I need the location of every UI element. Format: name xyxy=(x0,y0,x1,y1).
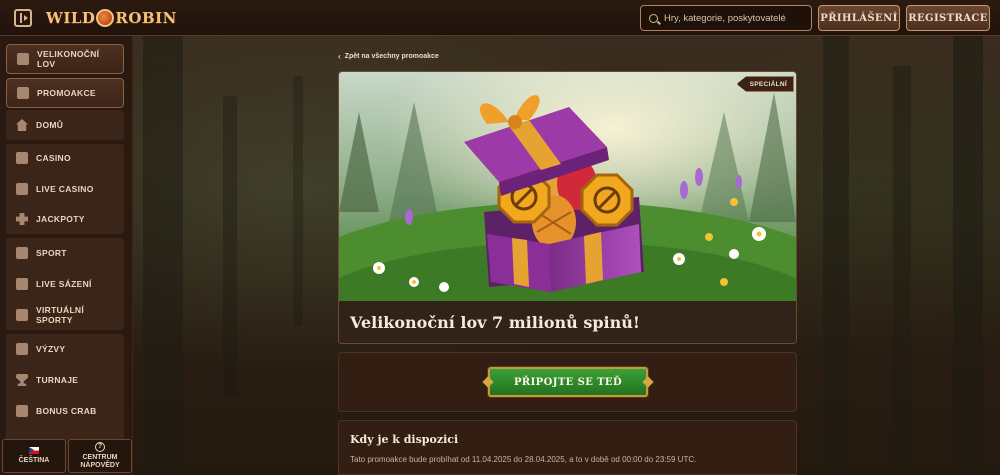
back-link-label: Zpět na všechny promoakce xyxy=(344,53,439,60)
gift-icon xyxy=(17,87,29,99)
back-to-promotions-link[interactable]: ‹ Zpět na všechny promoakce xyxy=(338,52,439,61)
join-now-button[interactable]: PŘIPOJTE SE TEĎ xyxy=(488,367,648,397)
availability-text: Tato promoakce bude probíhat od 11.04.20… xyxy=(350,455,697,464)
sidebar-item-label: LIVE SÁZENÍ xyxy=(36,279,92,289)
language-label: ČEŠTINA xyxy=(18,457,50,464)
home-icon xyxy=(16,119,28,131)
special-badge: SPECIÁLNÍ xyxy=(736,76,794,92)
sidebar-item-label: VELIKONOČNÍ LOV xyxy=(37,49,100,69)
sidebar-item-virtual-sports[interactable]: VIRTUÁLNÍ SPORTY xyxy=(6,300,124,330)
crab-icon xyxy=(16,405,28,417)
sidebar-item-live-casino[interactable]: LIVE CASINO xyxy=(6,174,124,204)
sidebar-item-label: DOMŮ xyxy=(36,120,64,130)
sidebar-item-label: BONUS CRAB xyxy=(36,406,97,416)
target-icon xyxy=(16,343,28,355)
sidebar-item-challenges[interactable]: VÝZVY xyxy=(6,334,124,364)
casino-icon xyxy=(16,152,28,164)
live-casino-icon xyxy=(16,183,28,195)
sidebar-item-label: SPORT xyxy=(36,248,67,258)
help-center-label: CENTRUM NÁPOVĚDY xyxy=(80,454,120,469)
sidebar-item-easter-hunt[interactable]: VELIKONOČNÍ LOV xyxy=(6,44,124,74)
sidebar-item-label: PROMOAKCE xyxy=(37,88,96,98)
egg-icon xyxy=(17,53,29,65)
sidebar-item-bonus-crab[interactable]: BONUS CRAB xyxy=(6,396,124,426)
sidebar-item-label: VIRTUÁLNÍ SPORTY xyxy=(36,305,85,325)
trophy-icon xyxy=(16,374,28,386)
logo-badge-icon xyxy=(96,9,115,27)
sidebar-item-jackpots[interactable]: JACKPOTY xyxy=(6,204,124,234)
easter-gift-box-image xyxy=(339,72,796,301)
jackpot-icon xyxy=(16,213,28,225)
sidebar-item-sport[interactable]: SPORT xyxy=(6,238,124,268)
sidebar-item-label: TURNAJE xyxy=(36,375,79,385)
sport-icon xyxy=(16,247,28,259)
sidebar-toggle-icon[interactable] xyxy=(14,9,32,27)
logo-text-left: WILD xyxy=(46,9,96,27)
virtual-sports-icon xyxy=(16,309,28,321)
sidebar-item-live-betting[interactable]: LIVE SÁZENÍ xyxy=(6,269,124,299)
search-input[interactable] xyxy=(664,12,811,24)
help-icon: ? xyxy=(95,442,105,452)
logo[interactable]: WILD ROBIN xyxy=(46,8,177,28)
promo-card: SPECIÁLNÍ Velikonoční lov 7 milionů spin… xyxy=(338,71,797,344)
sidebar-footer: ČEŠTINA ? CENTRUM NÁPOVĚDY xyxy=(0,439,133,475)
sidebar-item-tournaments[interactable]: TURNAJE xyxy=(6,365,124,395)
czech-flag-icon xyxy=(29,447,39,454)
live-betting-icon xyxy=(16,278,28,290)
sidebar-item-home[interactable]: DOMŮ xyxy=(6,110,124,140)
sidebar: VELIKONOČNÍ LOV PROMOAKCE DOMŮ CASINO LI… xyxy=(0,36,133,475)
sidebar-item-label: CASINO xyxy=(36,153,71,163)
language-button[interactable]: ČEŠTINA xyxy=(2,439,66,473)
help-center-button[interactable]: ? CENTRUM NÁPOVĚDY xyxy=(68,439,132,473)
sidebar-item-label: JACKPOTY xyxy=(36,214,85,224)
sidebar-item-promotions[interactable]: PROMOAKCE xyxy=(6,78,124,108)
availability-panel: Kdy je k dispozici Tato promoakce bude p… xyxy=(338,420,797,475)
login-button[interactable]: PŘIHLÁŠENÍ xyxy=(818,5,900,31)
promo-title: Velikonoční lov 7 milionů spinů! xyxy=(339,301,796,343)
search-icon xyxy=(649,13,658,23)
sidebar-item-casino[interactable]: CASINO xyxy=(6,143,124,173)
join-panel: PŘIPOJTE SE TEĎ xyxy=(338,352,797,412)
logo-text-right: ROBIN xyxy=(115,9,177,27)
top-bar: WILD ROBIN PŘIHLÁŠENÍ REGISTRACE xyxy=(0,0,1000,36)
availability-title: Kdy je k dispozici xyxy=(350,433,459,446)
sidebar-item-label: LIVE CASINO xyxy=(36,184,94,194)
register-button[interactable]: REGISTRACE xyxy=(906,5,990,31)
chevron-left-icon: ‹ xyxy=(338,52,341,61)
sidebar-item-label: VÝZVY xyxy=(36,344,66,354)
search-box[interactable] xyxy=(640,5,812,31)
